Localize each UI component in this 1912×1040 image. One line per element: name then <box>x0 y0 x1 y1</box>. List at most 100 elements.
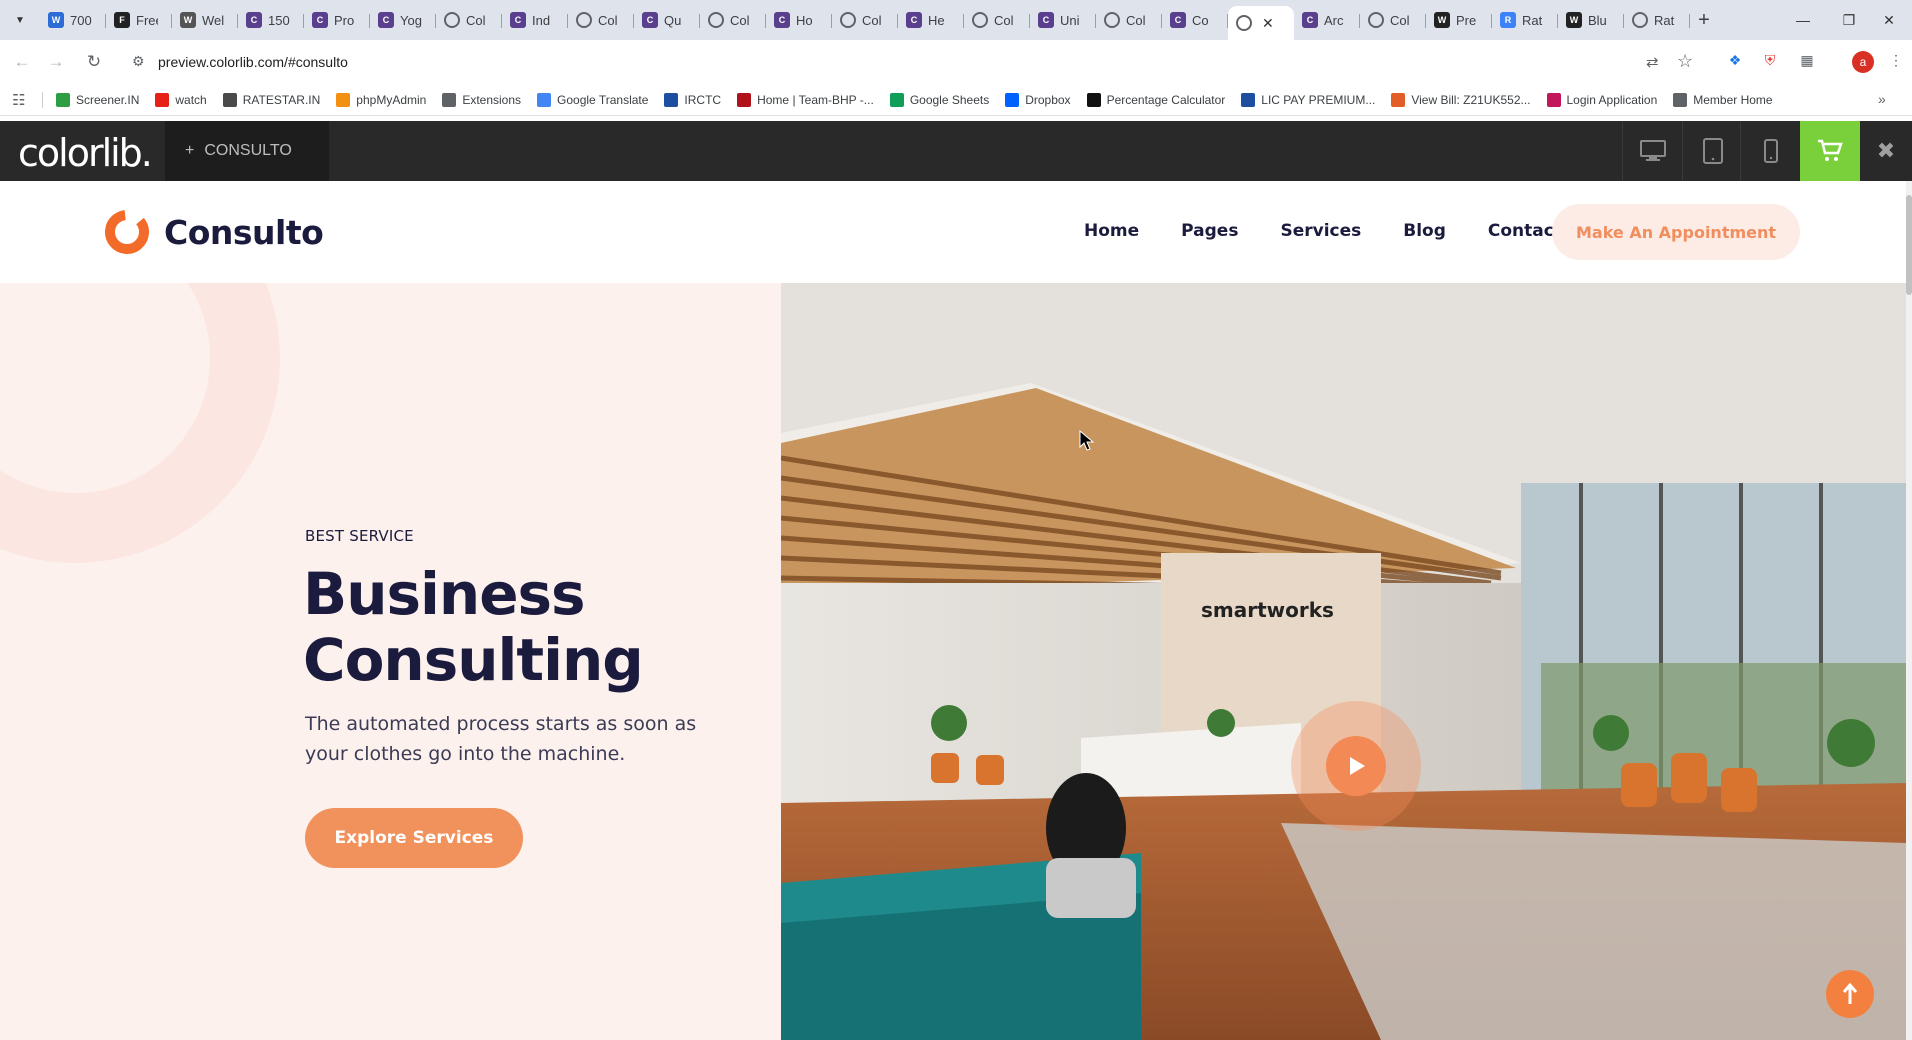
new-tab-icon[interactable]: + <box>1690 6 1718 34</box>
bookmark-favicon-icon <box>56 93 70 107</box>
bookmark-item[interactable]: RATESTAR.IN <box>222 93 320 107</box>
bookmark-favicon-icon <box>1005 93 1020 107</box>
globe-icon <box>1632 12 1648 28</box>
nav-home[interactable]: Home <box>1084 221 1139 241</box>
back-to-top-button[interactable] <box>1826 970 1874 1018</box>
bookmark-item[interactable]: Google Sheets <box>889 93 989 107</box>
bookmark-label: Home | Team-BHP -... <box>757 93 874 107</box>
bookmark-favicon-icon <box>889 93 904 107</box>
bookmark-favicon-icon <box>222 93 237 107</box>
close-preview-icon[interactable]: ✖ <box>1860 121 1912 181</box>
mobile-view-icon[interactable] <box>1740 121 1800 181</box>
browser-tab[interactable]: Col <box>1096 6 1162 34</box>
tab-active[interactable]: ✕ <box>1228 6 1294 40</box>
browser-tab[interactable]: C 150 <box>238 6 304 34</box>
colorlib-preview-bar: colorlib. + CONSULTO ✖ <box>0 121 1912 181</box>
browser-tab[interactable]: C Pro <box>304 6 370 34</box>
tab-title: Co <box>1192 12 1209 28</box>
browser-tab[interactable]: Col <box>436 6 502 34</box>
explore-services-button[interactable]: Explore Services <box>305 808 523 868</box>
bookmark-label: View Bill: Z21UK552... <box>1411 93 1531 107</box>
reload-icon[interactable]: ↻ <box>80 48 108 76</box>
browser-tab[interactable]: C Ind <box>502 6 568 34</box>
nav-blog[interactable]: Blog <box>1403 221 1446 241</box>
colorlib-logo[interactable]: colorlib. <box>18 131 153 175</box>
browser-menu-icon[interactable]: ⋮ <box>1886 50 1906 70</box>
more-bookmarks-icon[interactable]: » <box>1878 91 1886 107</box>
browser-tab[interactable]: Col <box>700 6 766 34</box>
browser-tab[interactable]: F Free <box>106 6 172 34</box>
brand-name: Consulto <box>164 212 324 252</box>
nav-services[interactable]: Services <box>1280 221 1361 241</box>
bookmark-label: phpMyAdmin <box>356 93 427 107</box>
bookmark-item[interactable]: watch <box>155 93 207 107</box>
extension-icon[interactable]: ❖ <box>1725 50 1745 70</box>
browser-tab[interactable]: R Rat <box>1492 6 1558 34</box>
profile-avatar[interactable]: a <box>1852 51 1874 73</box>
bookmark-label: Dropbox <box>1025 93 1071 107</box>
tab-title: Arc <box>1324 12 1344 28</box>
bookmark-item[interactable]: View Bill: Z21UK552... <box>1391 93 1531 107</box>
browser-tab[interactable]: W Pre <box>1426 6 1492 34</box>
nav-contact[interactable]: Contact <box>1488 221 1562 241</box>
forward-icon[interactable]: → <box>42 48 70 76</box>
browser-tab[interactable]: Rat <box>1624 6 1690 34</box>
globe-icon <box>576 12 592 28</box>
bookmark-item[interactable]: Home | Team-BHP -... <box>737 93 874 107</box>
bookmark-item[interactable]: Dropbox <box>1005 93 1071 107</box>
bookmark-item[interactable]: LIC PAY PREMIUM... <box>1241 93 1375 107</box>
page-scrollbar[interactable] <box>1906 181 1912 1040</box>
browser-tab[interactable]: W Blu <box>1558 6 1624 34</box>
bookmark-item[interactable]: IRCTC <box>664 93 721 107</box>
cart-icon[interactable] <box>1800 121 1860 181</box>
bookmark-item[interactable]: Member Home <box>1673 93 1773 107</box>
browser-tab[interactable]: Col <box>1360 6 1426 34</box>
tab-title: Col <box>598 12 618 28</box>
tab-title: Qu <box>664 12 682 28</box>
browser-tab[interactable]: W 700 <box>40 6 106 34</box>
nav-pages[interactable]: Pages <box>1181 221 1238 241</box>
bookmark-item[interactable]: phpMyAdmin <box>336 93 426 107</box>
url-text[interactable]: preview.colorlib.com/#consulto <box>158 54 348 70</box>
make-appointment-button[interactable]: Make An Appointment <box>1552 204 1800 260</box>
bookmark-item[interactable]: Percentage Calculator <box>1086 93 1225 107</box>
browser-tab[interactable]: C Ho <box>766 6 832 34</box>
browser-tab[interactable]: W Wel <box>172 6 238 34</box>
bookmark-star-icon[interactable]: ☆ <box>1677 51 1693 72</box>
browser-tab[interactable]: C Qu <box>634 6 700 34</box>
tab-favicon-icon: C <box>312 12 328 28</box>
browser-tab[interactable]: C Yog <box>370 6 436 34</box>
bookmark-item[interactable]: Screener.IN <box>56 93 139 107</box>
extensions-puzzle-icon[interactable]: ▦ <box>1797 50 1817 70</box>
scrollbar-thumb[interactable] <box>1906 195 1912 295</box>
site-logo[interactable]: Consulto <box>104 209 324 255</box>
bookmark-item[interactable]: Google Translate <box>537 93 648 107</box>
minimize-icon[interactable]: — <box>1780 0 1826 40</box>
browser-tab[interactable]: C He <box>898 6 964 34</box>
tab-search-icon[interactable]: ▼ <box>8 9 32 31</box>
browser-tab[interactable]: Col <box>568 6 634 34</box>
bookmark-item[interactable]: Login Application <box>1546 93 1657 107</box>
bookmark-item[interactable]: Extensions <box>442 93 521 107</box>
address-bar[interactable]: ⚙ preview.colorlib.com/#consulto ⇄ ☆ <box>122 46 1693 78</box>
browser-tab[interactable]: C Uni <box>1030 6 1096 34</box>
back-icon[interactable]: ← <box>8 48 36 76</box>
tab-close-icon[interactable]: ✕ <box>1262 15 1274 32</box>
browser-tab[interactable]: Col <box>832 6 898 34</box>
hero-subtitle: The automated process starts as soon as … <box>305 713 697 765</box>
translate-icon[interactable]: ⇄ <box>1646 53 1659 71</box>
play-video-button[interactable] <box>1326 736 1386 796</box>
window-close-icon[interactable]: ✕ <box>1866 0 1912 40</box>
tablet-view-icon[interactable] <box>1682 121 1742 181</box>
theme-switcher[interactable]: + CONSULTO <box>165 121 329 181</box>
apps-grid-icon[interactable]: ☷ <box>12 91 25 109</box>
browser-tab[interactable]: C Co <box>1162 6 1228 34</box>
desktop-view-icon[interactable] <box>1622 121 1682 181</box>
tab-title: Rat <box>1522 12 1543 28</box>
site-info-icon[interactable]: ⚙ <box>132 53 145 70</box>
browser-tab[interactable]: Col <box>964 6 1030 34</box>
tab-title: Col <box>994 12 1014 28</box>
shield-extension-icon[interactable]: ⛨ <box>1760 50 1780 70</box>
browser-tab[interactable]: C Arc <box>1294 6 1360 34</box>
bookmark-label: Member Home <box>1693 93 1773 107</box>
